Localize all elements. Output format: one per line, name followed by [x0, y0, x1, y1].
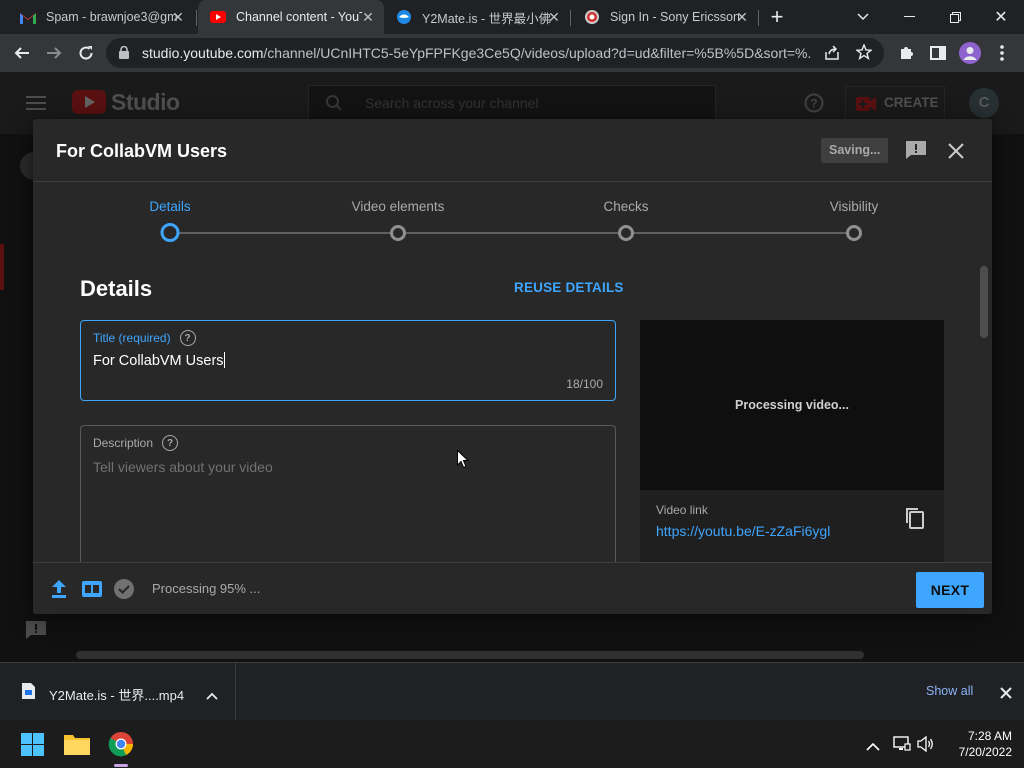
saving-status-badge: Saving...: [821, 138, 889, 163]
step-visibility-dot[interactable]: [846, 225, 862, 241]
lock-icon[interactable]: [119, 45, 129, 64]
sony-ericsson-icon: [584, 9, 600, 25]
step-video-elements-label[interactable]: Video elements: [352, 199, 445, 214]
video-preview-player[interactable]: Processing video...: [640, 320, 944, 490]
dialog-header: For CollabVM Users Saving...: [33, 119, 992, 182]
step-details-label[interactable]: Details: [149, 199, 190, 214]
dialog-footer: Processing 95% ... NEXT: [33, 562, 992, 614]
windows-taskbar: 7:28 AM 7/20/2022: [0, 720, 1024, 768]
taskbar-clock-time[interactable]: 7:28 AM: [944, 729, 1012, 743]
close-window-button[interactable]: ✕: [978, 0, 1024, 34]
show-all-button[interactable]: Show all: [926, 684, 973, 698]
share-icon[interactable]: [824, 45, 840, 66]
step-checks-dot[interactable]: [618, 225, 634, 241]
extensions-puzzle-icon[interactable]: [892, 39, 920, 67]
side-panel-icon[interactable]: [924, 39, 952, 67]
upload-details-dialog: For CollabVM Users Saving... Details Vid…: [33, 119, 992, 614]
windows-start-icon[interactable]: [21, 733, 44, 761]
description-field-label: Description ?: [93, 435, 179, 451]
tab-title: Channel content - YouT: [236, 10, 362, 24]
network-icon[interactable]: [893, 736, 911, 757]
browser-tab-strip: Spam - brawnjoe3@gm ✕ Channel content - …: [0, 0, 1024, 34]
tab-title: Spam - brawnjoe3@gm: [46, 10, 178, 24]
restore-button[interactable]: [932, 0, 978, 34]
download-shelf: Y2Mate.is - 世界....mp4 Show all: [0, 662, 1024, 721]
dialog-scrollbar[interactable]: [980, 266, 988, 338]
back-arrow-icon[interactable]: [8, 39, 36, 67]
tab-sony-ericsson[interactable]: Sign In - Sony Ericsson ✕: [572, 0, 758, 34]
feedback-icon[interactable]: [905, 140, 927, 165]
hd-badge-icon[interactable]: [82, 581, 102, 602]
address-bar[interactable]: studio.youtube.com/channel/UCnIHTC5-5eYp…: [106, 38, 884, 68]
chrome-icon[interactable]: [108, 731, 134, 762]
browser-toolbar: studio.youtube.com/channel/UCnIHTC5-5eYp…: [0, 34, 1024, 72]
tab-title: Sign In - Sony Ericsson: [610, 10, 740, 24]
close-icon[interactable]: [948, 143, 964, 164]
tab-search-chevron-icon[interactable]: [840, 0, 886, 34]
close-icon[interactable]: [1000, 686, 1012, 704]
chevron-up-icon[interactable]: [866, 738, 880, 756]
checks-complete-icon[interactable]: [114, 579, 134, 604]
chrome-running-indicator: [114, 764, 128, 767]
tab-channel-content[interactable]: Channel content - YouT ✕: [198, 0, 384, 34]
tab-separator: [196, 10, 197, 26]
tab-close-icon[interactable]: ✕: [734, 9, 750, 25]
tab-gmail[interactable]: Spam - brawnjoe3@gm ✕: [8, 0, 194, 34]
reuse-details-button[interactable]: REUSE DETAILS: [514, 280, 624, 295]
description-field[interactable]: Description ? Tell viewers about your vi…: [80, 425, 616, 585]
help-icon[interactable]: ?: [162, 435, 179, 451]
video-link-label: Video link: [656, 503, 708, 517]
title-char-count: 18/100: [566, 377, 603, 391]
copy-icon[interactable]: [905, 507, 925, 534]
bookmark-star-icon[interactable]: [855, 43, 873, 65]
next-button[interactable]: NEXT: [916, 572, 984, 608]
step-checks-label[interactable]: Checks: [603, 199, 648, 214]
volume-icon[interactable]: [917, 735, 935, 757]
browser-menu-icon[interactable]: [988, 39, 1016, 67]
url-text: studio.youtube.com/channel/UCnIHTC5-5eYp…: [142, 45, 812, 61]
tab-title: Y2Mate.is - 世界最小佛: [422, 11, 552, 26]
title-field-label: Title (required) ?: [93, 330, 196, 346]
download-item[interactable]: Y2Mate.is - 世界....mp4: [0, 663, 236, 721]
profile-avatar-icon[interactable]: [956, 39, 984, 67]
upload-arrow-icon[interactable]: [51, 580, 67, 603]
help-icon[interactable]: ?: [179, 330, 196, 346]
file-explorer-icon[interactable]: [64, 733, 90, 760]
video-link[interactable]: https://youtu.be/E-zZaFi6ygl: [656, 523, 830, 539]
file-icon: [22, 683, 35, 704]
mouse-cursor-icon: [457, 449, 470, 474]
tab-close-icon[interactable]: ✕: [360, 9, 376, 25]
processing-status-text: Processing 95% ...: [152, 581, 261, 596]
step-video-elements-dot[interactable]: [390, 225, 406, 241]
download-file-name: Y2Mate.is - 世界....mp4: [49, 688, 185, 703]
description-input[interactable]: Tell viewers about your video: [93, 459, 273, 475]
title-input[interactable]: For CollabVM Users: [93, 352, 225, 369]
processing-video-text: Processing video...: [735, 398, 849, 412]
tab-separator: [570, 10, 571, 26]
gmail-icon: [20, 9, 36, 25]
dialog-title: For CollabVM Users: [56, 141, 228, 161]
tab-y2mate[interactable]: Y2Mate.is - 世界最小佛 ✕: [384, 0, 570, 34]
title-field[interactable]: Title (required) ? For CollabVM Users 18…: [80, 320, 616, 401]
minimize-button[interactable]: [886, 0, 932, 34]
upload-stepper: Details Video elements Checks Visibility: [33, 182, 992, 252]
y2mate-icon: [396, 9, 412, 25]
reload-icon[interactable]: [72, 39, 100, 67]
stepper-track: [170, 232, 854, 234]
tab-separator: [758, 10, 759, 26]
youtube-icon: [210, 9, 226, 25]
section-heading: Details: [80, 276, 153, 301]
taskbar-clock-date[interactable]: 7/20/2022: [944, 745, 1012, 759]
video-preview-panel: Processing video... Video link https://y…: [640, 320, 944, 580]
forward-arrow-icon[interactable]: [40, 39, 68, 67]
tab-close-icon[interactable]: ✕: [170, 9, 186, 25]
step-visibility-label[interactable]: Visibility: [830, 199, 879, 214]
step-details-dot[interactable]: [160, 223, 180, 242]
tab-close-icon[interactable]: ✕: [546, 9, 562, 25]
chevron-up-icon[interactable]: [206, 687, 218, 705]
new-tab-button[interactable]: +: [760, 0, 794, 34]
